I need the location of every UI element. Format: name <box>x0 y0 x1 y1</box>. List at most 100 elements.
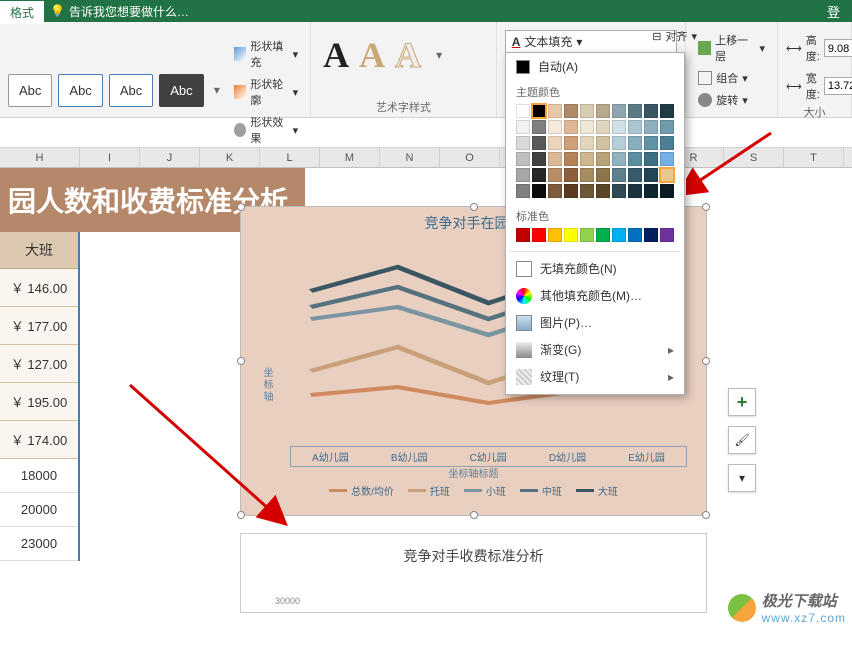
chart2-title[interactable]: 竞争对手收费标准分析 <box>241 534 706 566</box>
swatch[interactable] <box>628 120 642 134</box>
wordart-more[interactable]: ▾ <box>431 48 447 62</box>
swatch[interactable] <box>532 184 546 198</box>
swatch[interactable] <box>532 120 546 134</box>
swatch[interactable] <box>564 228 578 242</box>
tell-me[interactable]: 💡 告诉我您想要做什么… <box>44 0 195 23</box>
swatch[interactable] <box>612 184 626 198</box>
swatch[interactable] <box>660 152 674 166</box>
swatch[interactable] <box>596 120 610 134</box>
table-cell[interactable]: 23000 <box>0 527 78 561</box>
swatch[interactable] <box>580 152 594 166</box>
swatch[interactable] <box>596 184 610 198</box>
swatch[interactable] <box>628 228 642 242</box>
col-h[interactable]: O <box>440 148 500 167</box>
shape-effects-btn[interactable]: 形状效果 ▾ <box>230 112 302 148</box>
swatch[interactable] <box>516 120 530 134</box>
swatch[interactable] <box>612 120 626 134</box>
col-h[interactable]: H <box>0 148 80 167</box>
chart-styles-btn[interactable]: 🖌 <box>728 426 756 454</box>
swatch[interactable] <box>564 136 578 150</box>
swatch[interactable] <box>628 168 642 182</box>
chart-legend[interactable]: 总数/均价 托班 小班 中班 大班 <box>241 483 706 498</box>
shape-outline-btn[interactable]: 形状轮廓 ▾ <box>230 74 302 110</box>
chart-x-axis[interactable]: A幼儿园 B幼儿园 C幼儿园 D幼儿园 E幼儿园 <box>291 447 686 466</box>
swatch[interactable] <box>612 228 626 242</box>
swatch[interactable] <box>644 120 658 134</box>
swatch[interactable] <box>644 152 658 166</box>
col-h[interactable]: I <box>80 148 140 167</box>
swatch[interactable] <box>516 136 530 150</box>
chart-add-element-btn[interactable]: + <box>728 388 756 416</box>
table-cell[interactable]: ￥ 177.00 <box>0 307 78 345</box>
table-cell[interactable]: ￥ 174.00 <box>0 421 78 459</box>
table-header[interactable]: 大班 <box>0 232 78 269</box>
swatch[interactable] <box>564 120 578 134</box>
swatch[interactable] <box>516 168 530 182</box>
swatch[interactable] <box>660 120 674 134</box>
rotate-btn[interactable]: 旋转 ▾ <box>694 90 769 110</box>
shape-style-1[interactable]: Abc <box>8 74 52 107</box>
col-h[interactable]: L <box>260 148 320 167</box>
col-h[interactable]: T <box>784 148 844 167</box>
wordart-2[interactable]: A <box>359 34 385 76</box>
swatch[interactable] <box>548 136 562 150</box>
swatch[interactable] <box>564 104 578 118</box>
swatch[interactable] <box>660 168 674 182</box>
swatch[interactable] <box>548 120 562 134</box>
table-cell[interactable]: ￥ 146.00 <box>0 269 78 307</box>
tab-format[interactable]: 格式 <box>0 0 44 24</box>
shape-style-4[interactable]: Abc <box>159 74 203 107</box>
align-btn[interactable]: ⊟对齐 ▾ <box>648 26 701 46</box>
col-h[interactable]: M <box>320 148 380 167</box>
table-cell[interactable]: 20000 <box>0 493 78 527</box>
swatch[interactable] <box>516 104 530 118</box>
width-input[interactable] <box>824 77 852 95</box>
swatch[interactable] <box>644 136 658 150</box>
swatch[interactable] <box>516 228 530 242</box>
table-cell[interactable]: ￥ 127.00 <box>0 345 78 383</box>
swatch[interactable] <box>644 228 658 242</box>
embedded-chart-2[interactable]: 竞争对手收费标准分析 30000 <box>240 533 707 613</box>
swatch[interactable] <box>596 104 610 118</box>
wordart-3[interactable]: A <box>395 34 421 76</box>
swatch[interactable] <box>660 184 674 198</box>
swatch[interactable] <box>564 184 578 198</box>
swatch[interactable] <box>644 168 658 182</box>
chart-filter-btn[interactable]: ▾ <box>728 464 756 492</box>
shape-style-2[interactable]: Abc <box>58 74 102 107</box>
login-button[interactable]: 登 <box>815 0 852 24</box>
group-objects-btn[interactable]: 组合 ▾ <box>694 68 769 88</box>
swatch[interactable] <box>612 168 626 182</box>
swatch[interactable] <box>532 228 546 242</box>
swatch[interactable] <box>644 104 658 118</box>
swatch[interactable] <box>596 168 610 182</box>
swatch[interactable] <box>532 136 546 150</box>
shape-fill-btn[interactable]: 形状填充 ▾ <box>230 36 302 72</box>
picture-fill-item[interactable]: 图片(P)… <box>506 309 684 336</box>
swatch[interactable] <box>580 136 594 150</box>
swatch[interactable] <box>580 120 594 134</box>
swatch[interactable] <box>660 104 674 118</box>
swatch[interactable] <box>548 228 562 242</box>
swatch[interactable] <box>660 228 674 242</box>
color-auto[interactable]: 自动(A) <box>506 53 684 80</box>
swatch[interactable] <box>596 136 610 150</box>
swatch[interactable] <box>612 152 626 166</box>
swatch[interactable] <box>580 184 594 198</box>
col-h[interactable]: N <box>380 148 440 167</box>
table-cell[interactable]: ￥ 195.00 <box>0 383 78 421</box>
swatch[interactable] <box>612 136 626 150</box>
swatch[interactable] <box>548 184 562 198</box>
swatch[interactable] <box>628 184 642 198</box>
col-h[interactable]: K <box>200 148 260 167</box>
swatch[interactable] <box>644 184 658 198</box>
wordart-1[interactable]: A <box>323 34 349 76</box>
swatch[interactable] <box>612 104 626 118</box>
swatch[interactable] <box>548 168 562 182</box>
swatch[interactable] <box>548 152 562 166</box>
swatch[interactable] <box>548 104 562 118</box>
gradient-fill-item[interactable]: 渐变(G)▸ <box>506 336 684 363</box>
swatch[interactable] <box>532 152 546 166</box>
swatch[interactable] <box>532 104 546 118</box>
swatch[interactable] <box>628 104 642 118</box>
